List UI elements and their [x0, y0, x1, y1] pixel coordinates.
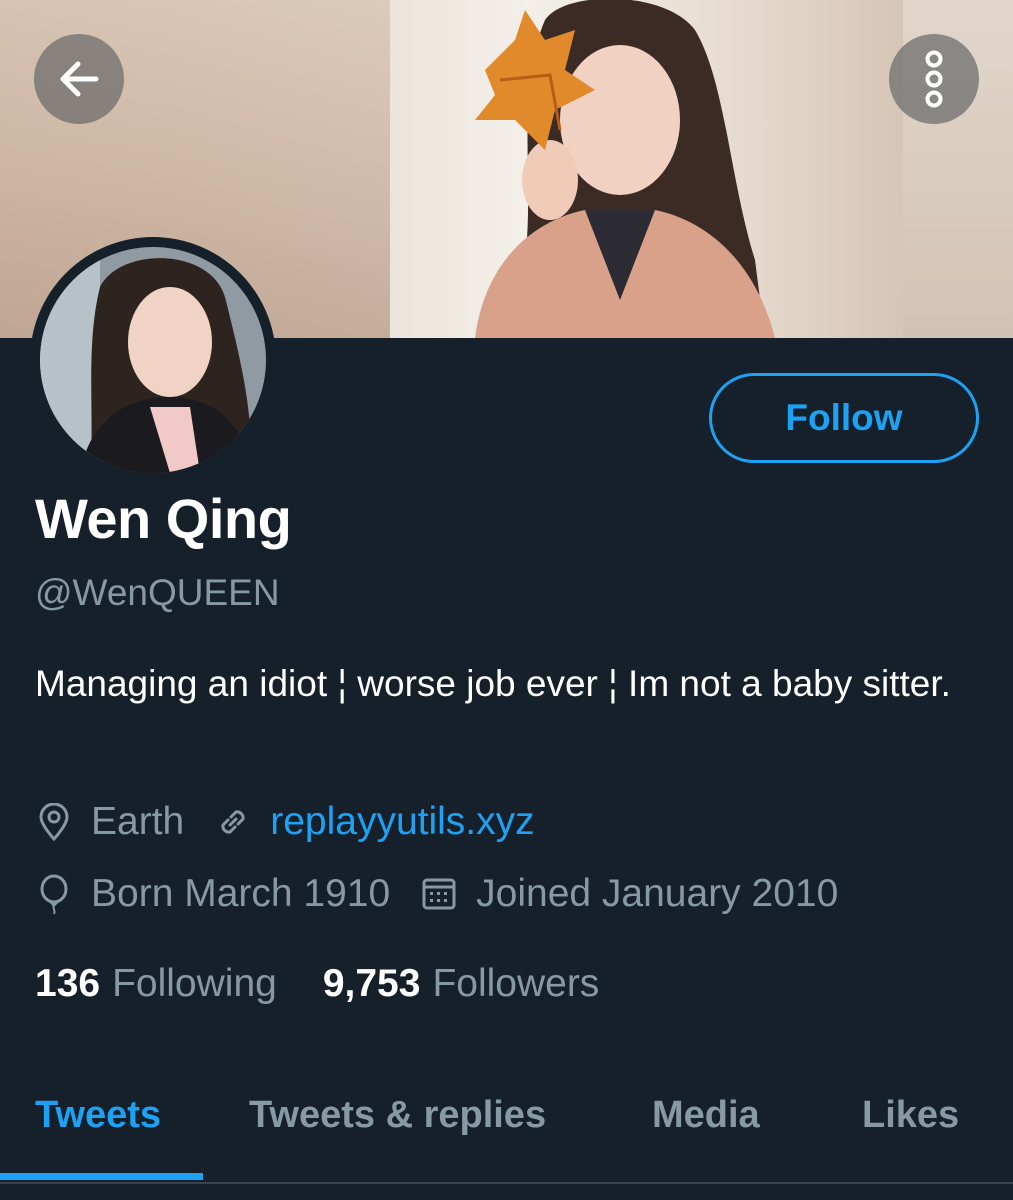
website-link[interactable]: replayyutils.xyz [270, 800, 534, 844]
tab-tweets[interactable]: Tweets [35, 1094, 161, 1137]
user-handle: @WenQUEEN [35, 572, 280, 613]
tab-media[interactable]: Media [652, 1094, 760, 1137]
balloon-icon [35, 874, 73, 914]
follow-button-label: Follow [785, 397, 903, 438]
location: Earth [35, 800, 184, 844]
followers-count: 9,753 [322, 962, 421, 1005]
tab-likes[interactable]: Likes [862, 1094, 959, 1137]
back-button[interactable] [34, 34, 124, 124]
profile-meta-row-1: Earth replayyutils.xyz [35, 800, 565, 844]
display-name: Wen Qing [35, 487, 292, 550]
birthday-text: Born March 1910 [91, 872, 391, 915]
website[interactable]: replayyutils.xyz [214, 800, 535, 844]
active-tab-indicator [0, 1173, 203, 1180]
join-date-text: Joined January 2010 [476, 872, 839, 915]
followers-label: Followers [432, 962, 600, 1005]
banner-photo [475, 0, 775, 338]
profile-meta-row-2: Born March 1910 Joined January 2010 [35, 872, 868, 916]
avatar[interactable] [30, 237, 276, 483]
more-vertical-icon [925, 50, 943, 108]
arrow-left-icon [60, 61, 99, 97]
location-pin-icon [35, 803, 73, 841]
following-count: 136 [35, 962, 101, 1005]
birthday: Born March 1910 [35, 872, 390, 916]
location-text: Earth [91, 800, 185, 843]
follow-button[interactable]: Follow [709, 373, 979, 463]
calendar-icon [420, 875, 458, 913]
following-label: Following [112, 962, 277, 1005]
followers-stat[interactable]: 9,753 Followers [323, 962, 599, 1006]
join-date: Joined January 2010 [420, 872, 838, 916]
profile-tabs: Tweets Tweets & replies Media Likes [0, 1080, 1013, 1182]
following-stat[interactable]: 136 Following [35, 962, 277, 1006]
profile-bio: Managing an idiot ¦ worse job ever ¦ Im … [35, 663, 951, 704]
tab-tweets-replies[interactable]: Tweets & replies [249, 1094, 546, 1137]
more-options-button[interactable] [889, 34, 979, 124]
tabs-divider [0, 1182, 1013, 1184]
avatar-photo [40, 247, 266, 473]
link-icon [214, 803, 252, 841]
follow-stats: 136 Following 9,753 Followers [35, 962, 645, 1006]
